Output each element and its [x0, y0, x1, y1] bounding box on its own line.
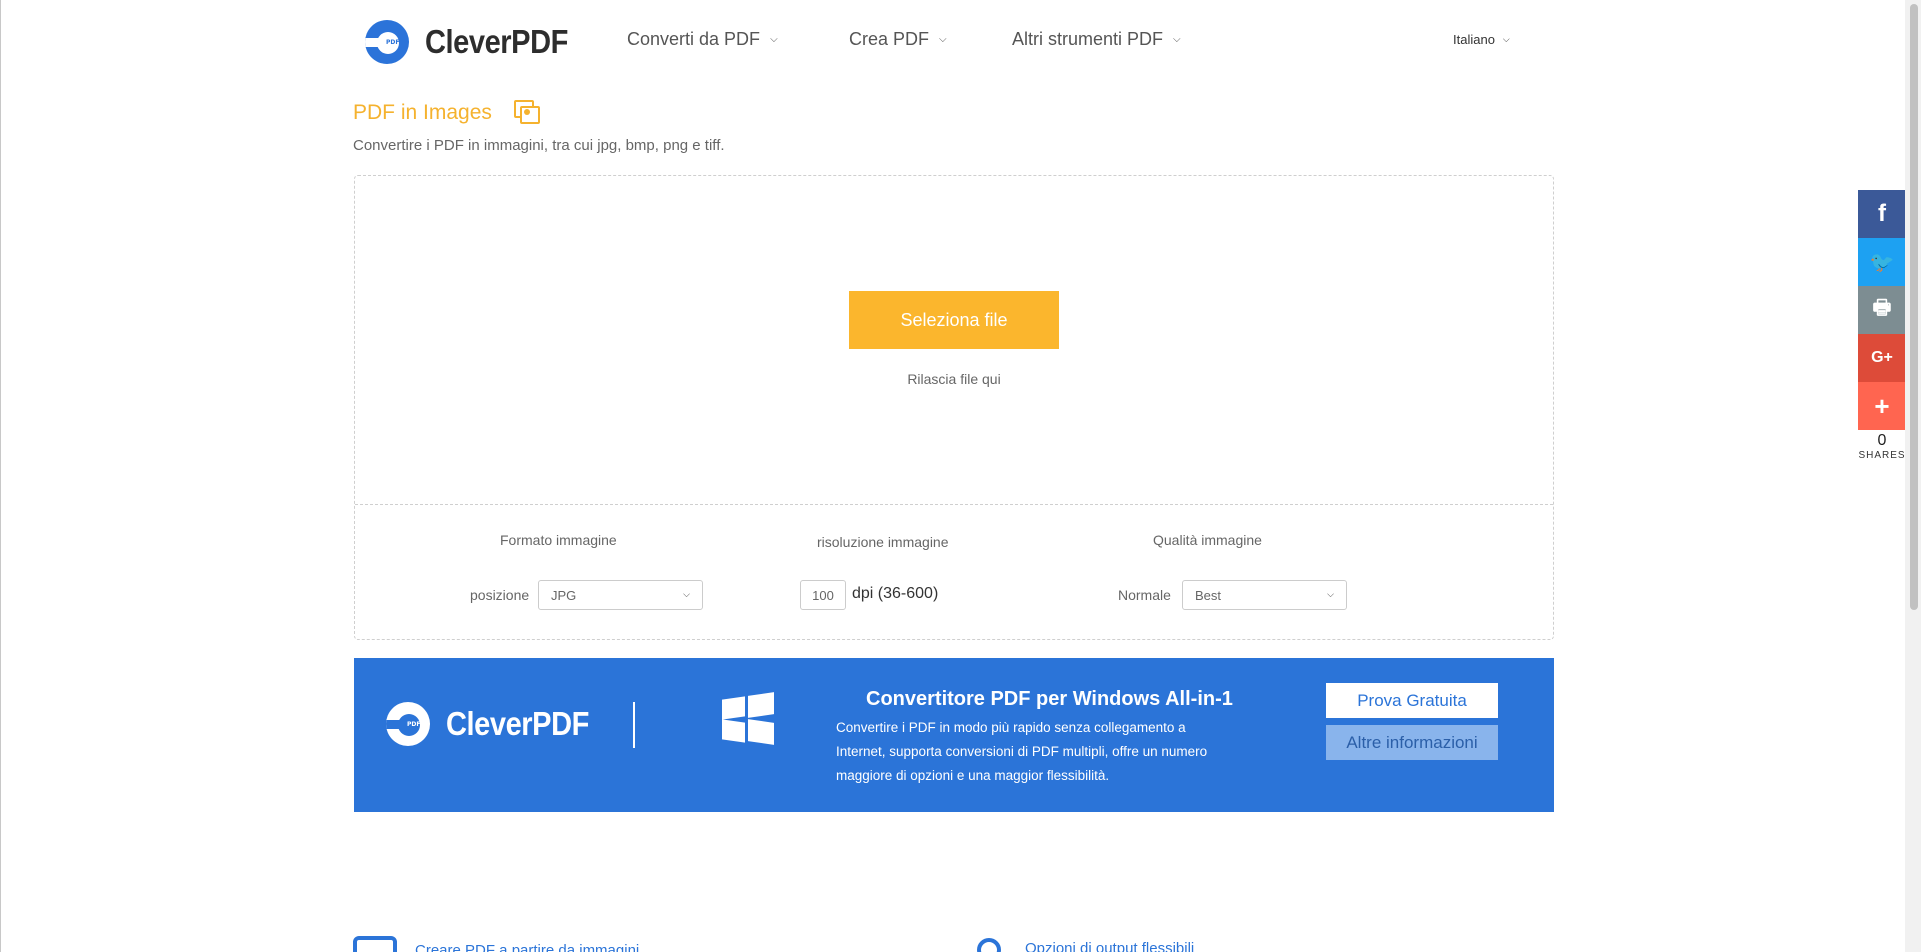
more-info-button[interactable]: Altre informazioni	[1326, 725, 1498, 760]
images-icon	[513, 100, 542, 126]
resolution-input[interactable]: 100	[800, 580, 846, 610]
chevron-down-icon: ⌵	[939, 34, 947, 45]
feature-label: Opzioni di output flessibili	[1025, 939, 1195, 952]
page-title-text: PDF in Images	[353, 101, 492, 124]
chevron-down-icon: ⌵	[683, 589, 690, 599]
logo-icon: PDF	[386, 702, 430, 746]
quality-value: Best	[1195, 587, 1222, 603]
try-free-button[interactable]: Prova Gratuita	[1326, 683, 1498, 718]
quality-select[interactable]: Best ⌵	[1182, 580, 1347, 610]
drop-hint: Rilascia file qui	[907, 371, 1001, 387]
facebook-icon[interactable]: f	[1858, 190, 1906, 238]
scrollbar-thumb[interactable]	[1910, 4, 1918, 610]
promo-description: Convertire i PDF in modo più rapido senz…	[836, 720, 1208, 783]
chevron-down-icon: ⌵	[1502, 34, 1510, 44]
nav-label: Crea PDF	[849, 29, 930, 49]
print-icon[interactable]: 🖶	[1858, 286, 1906, 334]
google-plus-icon[interactable]: G+	[1858, 334, 1906, 382]
nav-label: Converti da PDF	[627, 29, 761, 49]
options-icon	[977, 938, 1001, 952]
twitter-icon[interactable]: 🐦	[1858, 238, 1906, 286]
nav-crea-pdf[interactable]: Crea PDF ⌵	[849, 29, 947, 50]
site-header: PDF CleverPDF Converti da PDF ⌵ Crea PDF…	[353, 0, 1513, 84]
feature-output-options[interactable]: Opzioni di output flessibili	[977, 934, 1194, 952]
resolution-unit: dpi (36-600)	[852, 585, 939, 602]
site-logo[interactable]: PDF CleverPDF	[365, 20, 587, 64]
resolution-heading: risoluzione immagine	[817, 534, 949, 550]
format-label: posizione	[470, 587, 530, 603]
chevron-down-icon: ⌵	[770, 34, 778, 45]
nav-label: Altri strumenti PDF	[1012, 29, 1164, 49]
format-select[interactable]: JPG ⌵	[538, 580, 703, 610]
image-icon	[353, 936, 397, 952]
share-count: 0	[1877, 432, 1887, 449]
chevron-down-icon: ⌵	[1327, 589, 1334, 599]
logo-text: CleverPDF	[425, 23, 568, 60]
logo-icon: PDF	[365, 20, 409, 64]
divider	[633, 702, 635, 748]
page-subtitle: Convertire i PDF in immagini, tra cui jp…	[353, 137, 725, 154]
nav-converti-da-pdf[interactable]: Converti da PDF ⌵	[627, 29, 778, 50]
drop-zone[interactable]: Seleziona file Rilascia file qui	[355, 176, 1553, 505]
share-bar: f 🐦 🖶 G+ + 0 SHARES	[1858, 190, 1906, 461]
upload-panel: Seleziona file Rilascia file qui Formato…	[354, 175, 1554, 640]
nav-altri-strumenti[interactable]: Altri strumenti PDF ⌵	[1012, 29, 1181, 50]
promo-title: Convertitore PDF per Windows All-in-1	[866, 688, 1233, 710]
language-label: Italiano	[1453, 32, 1495, 47]
share-label: SHARES	[1858, 450, 1906, 461]
feature-create-from-images[interactable]: Creare PDF a partire da immagini	[353, 934, 639, 952]
conversion-options: Formato immagine risoluzione immagine Qu…	[355, 506, 1553, 640]
promo-logo: PDF CleverPDF	[386, 702, 608, 746]
more-icon[interactable]: +	[1858, 382, 1906, 430]
quality-label: Normale	[1118, 587, 1171, 603]
promo-logo-text: CleverPDF	[446, 705, 589, 742]
page-title: PDF in Images	[353, 100, 542, 126]
windows-promo-banner: PDF CleverPDF Convertitore PDF per Windo…	[354, 658, 1554, 812]
select-file-button[interactable]: Seleziona file	[849, 291, 1059, 349]
windows-icon	[722, 692, 774, 745]
language-selector[interactable]: Italiano ⌵	[1453, 32, 1510, 47]
page-scrollbar[interactable]	[1905, 0, 1921, 952]
chevron-down-icon: ⌵	[1173, 34, 1181, 45]
quality-heading: Qualità immagine	[1153, 532, 1262, 548]
format-heading: Formato immagine	[500, 532, 617, 548]
format-value: JPG	[551, 587, 577, 603]
feature-label: Creare PDF a partire da immagini	[415, 941, 640, 952]
